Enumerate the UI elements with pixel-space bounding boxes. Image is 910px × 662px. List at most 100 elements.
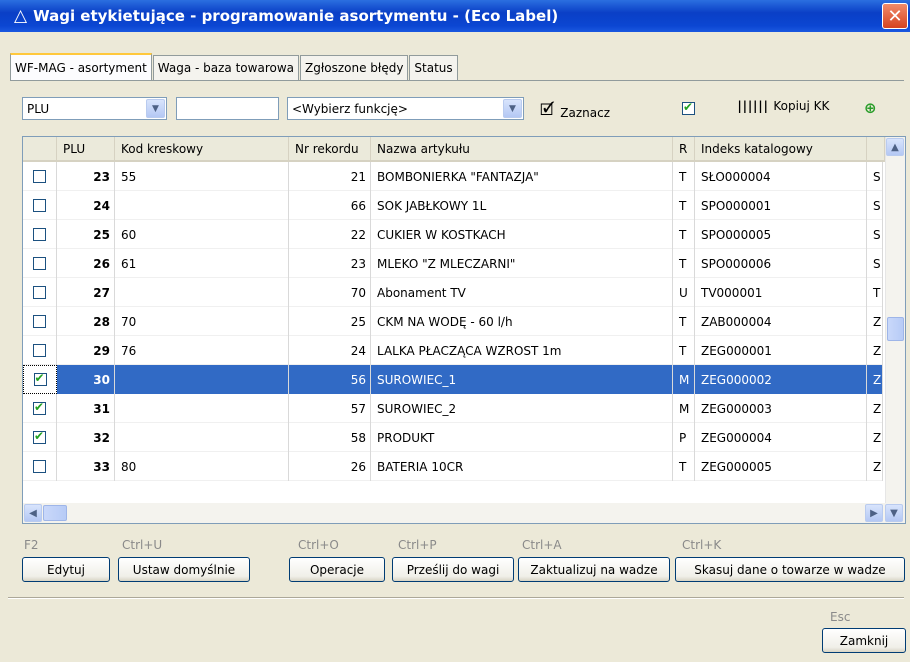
horizontal-scroll-thumb[interactable]	[43, 505, 67, 521]
table-row[interactable]: 32 58PRODUKTPZEG000004Z	[23, 423, 883, 452]
table-row[interactable]: 26 61 23 MLEKO "Z MLECZARNI" T SPO000006 S	[23, 249, 883, 278]
scroll-up-icon[interactable]: ▲	[886, 138, 904, 156]
close-button[interactable]: Zamknij	[822, 628, 906, 653]
table-row[interactable]: 33 80 26 BATERIA 10CR T ZEG000005 Z	[23, 452, 883, 481]
cell-catalog-index: SPO000005	[695, 220, 867, 249]
chevron-down-icon[interactable]: ▼	[503, 99, 522, 118]
horizontal-scrollbar[interactable]: ◀ ▶ ▼	[23, 503, 905, 523]
table-row[interactable]: 28 70 25 CKM NA WODĘ - 60 l/h T ZAB000004 Z	[23, 307, 883, 336]
delete-item-data-button[interactable]: Skasuj dane o towarze w wadze	[675, 557, 905, 582]
cell-barcode: 76	[115, 336, 289, 365]
table-row[interactable]: 27 70 Abonament TV U TV000001 T	[23, 278, 883, 307]
cell-extra: Z	[867, 394, 883, 423]
mark-all-button[interactable]: 🗹 Zaznacz	[540, 99, 610, 126]
cell-item-name: LALKA PŁACZĄCA WZROST 1m	[371, 336, 673, 365]
cell-catalog-index: ZEG000003	[695, 394, 867, 423]
function-select[interactable]: <Wybierz funkcję> ▼	[287, 97, 524, 120]
tab-wfmag-assortment[interactable]: WF-MAG - asortyment	[10, 53, 152, 80]
scroll-right-icon[interactable]: ▶	[865, 504, 883, 522]
table-row[interactable]: 25 60 22 CUKIER W KOSTKACH T SPO000005 S	[23, 220, 883, 249]
cell-record-no: 26	[289, 452, 371, 481]
header-record-no[interactable]: Nr rekordu	[289, 137, 371, 160]
table-row[interactable]: 23 55 21 BOMBONIERKA "FANTAZJA" T SŁO000004 S	[23, 162, 883, 191]
cell-record-no: 66	[289, 191, 371, 220]
header-r[interactable]: R	[673, 137, 695, 160]
checkbox-icon[interactable]	[33, 344, 46, 357]
checkbox-icon[interactable]	[33, 429, 46, 444]
cell-extra: Z	[867, 365, 883, 394]
edit-button[interactable]: Edytuj	[22, 557, 110, 582]
send-to-scale-button[interactable]: Prześlij do wagi	[392, 557, 514, 582]
row-checkbox[interactable]	[23, 452, 57, 481]
checkbox-icon[interactable]	[33, 460, 46, 473]
close-window-button[interactable]: ✕	[882, 3, 908, 29]
update-on-scale-button[interactable]: Zaktualizuj na wadze	[518, 557, 670, 582]
cell-item-name: MLEKO "Z MLECZARNI"	[371, 249, 673, 278]
checkbox-icon[interactable]	[33, 286, 46, 299]
cell-item-name: CKM NA WODĘ - 60 l/h	[371, 307, 673, 336]
checkbox-icon[interactable]	[33, 228, 46, 241]
tab-reported-errors[interactable]: Zgłoszone błędy	[300, 55, 409, 80]
vertical-scrollbar[interactable]: ▲	[885, 137, 905, 503]
checkbox-icon[interactable]	[33, 315, 46, 328]
search-input[interactable]	[176, 97, 279, 120]
row-checkbox[interactable]	[23, 249, 57, 278]
scroll-down-icon[interactable]: ▼	[885, 504, 903, 522]
chevron-down-icon[interactable]: ▼	[146, 99, 165, 118]
table-row[interactable]: 29 76 24 LALKA PŁACZĄCA WZROST 1m T ZEG000001…	[23, 336, 883, 365]
cell-catalog-index: ZAB000004	[695, 307, 867, 336]
checkbox-icon[interactable]	[33, 400, 46, 415]
tab-status[interactable]: Status	[409, 55, 458, 80]
cell-catalog-index: ZEG000001	[695, 336, 867, 365]
cell-catalog-index: SPO000006	[695, 249, 867, 278]
row-checkbox[interactable]	[23, 336, 57, 365]
checkbox-icon[interactable]	[33, 199, 46, 212]
cell-extra: S	[867, 249, 883, 278]
row-checkbox[interactable]	[23, 307, 57, 336]
row-checkbox[interactable]	[23, 365, 57, 394]
checkbox-icon[interactable]	[33, 257, 46, 270]
cell-item-name: Abonament TV	[371, 278, 673, 307]
header-item-name[interactable]: Nazwa artykułu	[371, 137, 673, 160]
app-triangle-icon: △	[14, 6, 28, 26]
cell-r: M	[673, 365, 695, 394]
checkbox-icon[interactable]	[33, 371, 47, 386]
tab-scale-database[interactable]: Waga - baza towarowa	[152, 55, 299, 80]
set-defaults-button[interactable]: Ustaw domyślnie	[118, 557, 250, 582]
copy-barcode-button[interactable]: |||||| Kopiuj KK	[736, 99, 829, 113]
row-checkbox[interactable]	[23, 220, 57, 249]
header-catalog-index[interactable]: Indeks katalogowy	[695, 137, 867, 160]
mark-toggle-checkbox[interactable]	[682, 100, 695, 115]
checkbox-icon[interactable]	[33, 170, 46, 183]
cell-r: T	[673, 249, 695, 278]
grid-header: PLU Kod kreskowy Nr rekordu Nazwa artyku…	[23, 137, 905, 162]
row-checkbox[interactable]	[23, 191, 57, 220]
header-barcode[interactable]: Kod kreskowy	[115, 137, 289, 160]
cell-item-name: CUKIER W KOSTKACH	[371, 220, 673, 249]
field-select[interactable]: PLU ▼	[22, 97, 167, 120]
table-row[interactable]: 30 56SUROWIEC_1MZEG000002Z	[23, 365, 883, 394]
operations-button[interactable]: Operacje	[289, 557, 385, 582]
shortcut-edit: F2	[24, 538, 39, 552]
table-row[interactable]: 31 57SUROWIEC_2MZEG000003Z	[23, 394, 883, 423]
row-checkbox[interactable]	[23, 394, 57, 423]
cell-extra: Z	[867, 307, 883, 336]
header-plu[interactable]: PLU	[57, 137, 115, 160]
cell-r: M	[673, 394, 695, 423]
cell-extra: S	[867, 162, 883, 191]
add-document-icon: ⊕	[864, 99, 877, 117]
multi-check-icon: 🗹	[540, 100, 555, 119]
add-refresh-button[interactable]: ⊕	[864, 99, 877, 117]
footer-divider	[8, 597, 904, 599]
row-checkbox[interactable]	[23, 278, 57, 307]
cell-plu: 27	[57, 278, 115, 307]
cell-barcode: 80	[115, 452, 289, 481]
scroll-left-icon[interactable]: ◀	[24, 504, 42, 522]
shortcut-update: Ctrl+A	[522, 538, 562, 552]
title-bar[interactable]: △ Wagi etykietujące - programowanie asor…	[0, 0, 910, 32]
cell-item-name: SOK JABŁKOWY 1L	[371, 191, 673, 220]
row-checkbox[interactable]	[23, 423, 57, 452]
row-checkbox[interactable]	[23, 162, 57, 191]
table-row[interactable]: 24 66 SOK JABŁKOWY 1L T SPO000001 S	[23, 191, 883, 220]
vertical-scroll-thumb[interactable]	[887, 317, 904, 341]
